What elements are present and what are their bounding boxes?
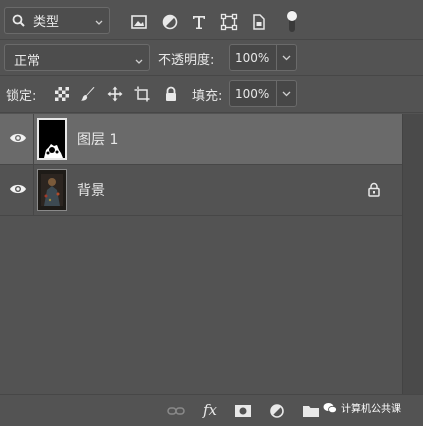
layers-scrollbar[interactable] — [402, 114, 423, 394]
divider — [0, 39, 423, 40]
blend-mode-select[interactable]: 正常 — [4, 44, 150, 71]
smart-object-filter-icon[interactable] — [250, 13, 268, 31]
opacity-label: 不透明度: — [158, 53, 215, 68]
layer-name[interactable]: 图层 1 — [77, 129, 118, 149]
layer-thumbnail[interactable] — [37, 118, 67, 160]
chevron-down-icon — [135, 55, 143, 64]
layer-row[interactable]: 图层 1 — [0, 114, 402, 164]
lock-icon[interactable] — [367, 182, 381, 197]
type-layer-filter-icon[interactable] — [190, 13, 208, 31]
add-mask-icon[interactable] — [234, 403, 252, 419]
opacity-dropdown-button[interactable] — [276, 45, 296, 70]
fill-label: 填充: — [192, 89, 223, 104]
layer-row[interactable]: 背景 — [0, 165, 402, 215]
fill-dropdown-button[interactable] — [276, 81, 296, 106]
filter-kind-select[interactable]: 类型 — [4, 7, 110, 34]
divider — [0, 75, 423, 76]
new-group-folder-icon[interactable] — [302, 403, 320, 419]
shape-layer-filter-icon[interactable] — [220, 13, 238, 31]
filter-kind-label: 类型 — [33, 15, 60, 30]
chevron-down-icon — [95, 16, 103, 25]
divider — [33, 114, 34, 164]
fill-field[interactable]: 100% — [229, 80, 297, 107]
watermark-text: 计算机公共课 — [341, 404, 401, 415]
blend-mode-label: 正常 — [14, 54, 41, 69]
divider — [0, 112, 423, 113]
new-adjustment-layer-icon[interactable] — [268, 403, 286, 419]
fill-value[interactable]: 100% — [230, 87, 276, 101]
link-layers-icon[interactable] — [167, 403, 185, 419]
lock-label: 锁定: — [6, 89, 37, 104]
blend-mode-bar: 正常 不透明度: 100% — [0, 44, 423, 72]
layer-filter-bar: 类型 — [0, 7, 423, 35]
layer-name[interactable]: 背景 — [77, 180, 105, 200]
adjustment-layer-filter-icon[interactable] — [161, 13, 179, 31]
wechat-icon — [323, 402, 337, 413]
search-icon — [11, 13, 27, 29]
divider — [0, 215, 402, 216]
lock-artboard-icon[interactable] — [134, 86, 150, 102]
lock-position-move-icon[interactable] — [107, 86, 123, 102]
lock-transparent-pixels-icon[interactable] — [54, 86, 70, 102]
lock-bar: 锁定: 填充: 100% — [0, 80, 423, 108]
filter-toggle-icon[interactable] — [285, 9, 303, 32]
eye-icon[interactable] — [9, 131, 27, 145]
lock-image-pixels-brush-icon[interactable] — [80, 86, 96, 102]
lock-all-icon[interactable] — [163, 86, 179, 102]
watermark: 计算机公共课 — [323, 400, 401, 415]
layer-thumbnail[interactable] — [37, 169, 67, 211]
divider — [33, 165, 34, 215]
eye-icon[interactable] — [9, 182, 27, 196]
opacity-field[interactable]: 100% — [229, 44, 297, 71]
opacity-value[interactable]: 100% — [230, 51, 276, 65]
layer-style-fx-button[interactable]: fx — [203, 401, 221, 419]
pixel-layer-filter-icon[interactable] — [130, 13, 148, 31]
